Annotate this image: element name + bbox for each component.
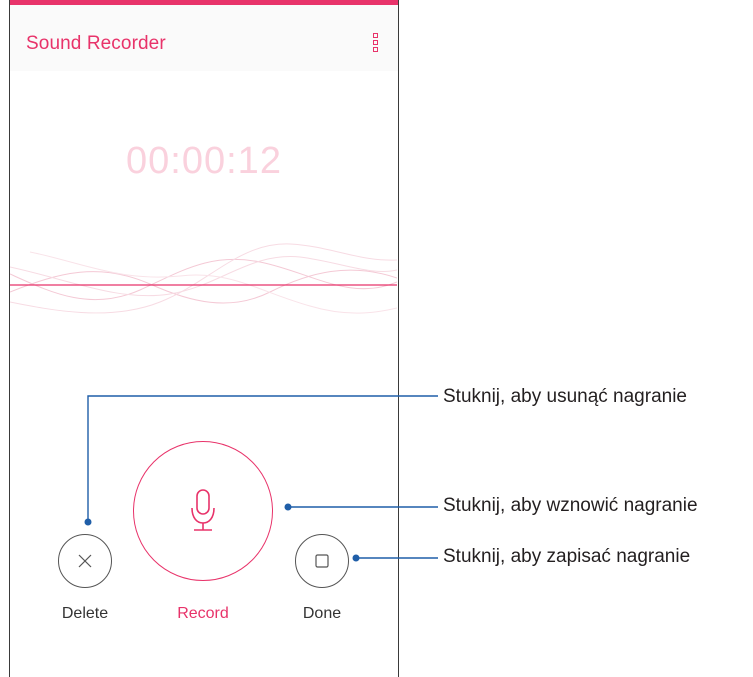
callout-record-text: Stuknij, aby wznowić nagranie	[443, 495, 698, 516]
app-title: Sound Recorder	[26, 33, 166, 54]
close-icon	[78, 554, 92, 568]
done-label: Done	[302, 605, 342, 622]
delete-button[interactable]	[58, 534, 112, 588]
waveform-visualizer	[10, 243, 397, 314]
stop-square-icon	[315, 554, 329, 568]
menu-dot	[372, 47, 378, 52]
menu-dot	[372, 33, 378, 38]
menu-dot	[372, 40, 378, 45]
app-bar: Sound Recorder	[10, 5, 398, 71]
delete-label: Delete	[61, 605, 109, 622]
record-label: Record	[177, 605, 229, 622]
callout-done-text: Stuknij, aby zapisać nagranie	[443, 546, 691, 567]
overflow-menu-icon[interactable]	[370, 33, 380, 57]
phone-screen: Sound Recorder 00:00:12 Delete Record Do…	[9, 0, 399, 677]
record-button[interactable]	[133, 441, 273, 581]
recording-timer: 00:00:12	[126, 140, 282, 182]
done-button[interactable]	[295, 534, 349, 588]
callout-delete-text: Stuknij, aby usunąć nagranie	[443, 386, 687, 407]
microphone-icon	[191, 489, 215, 531]
